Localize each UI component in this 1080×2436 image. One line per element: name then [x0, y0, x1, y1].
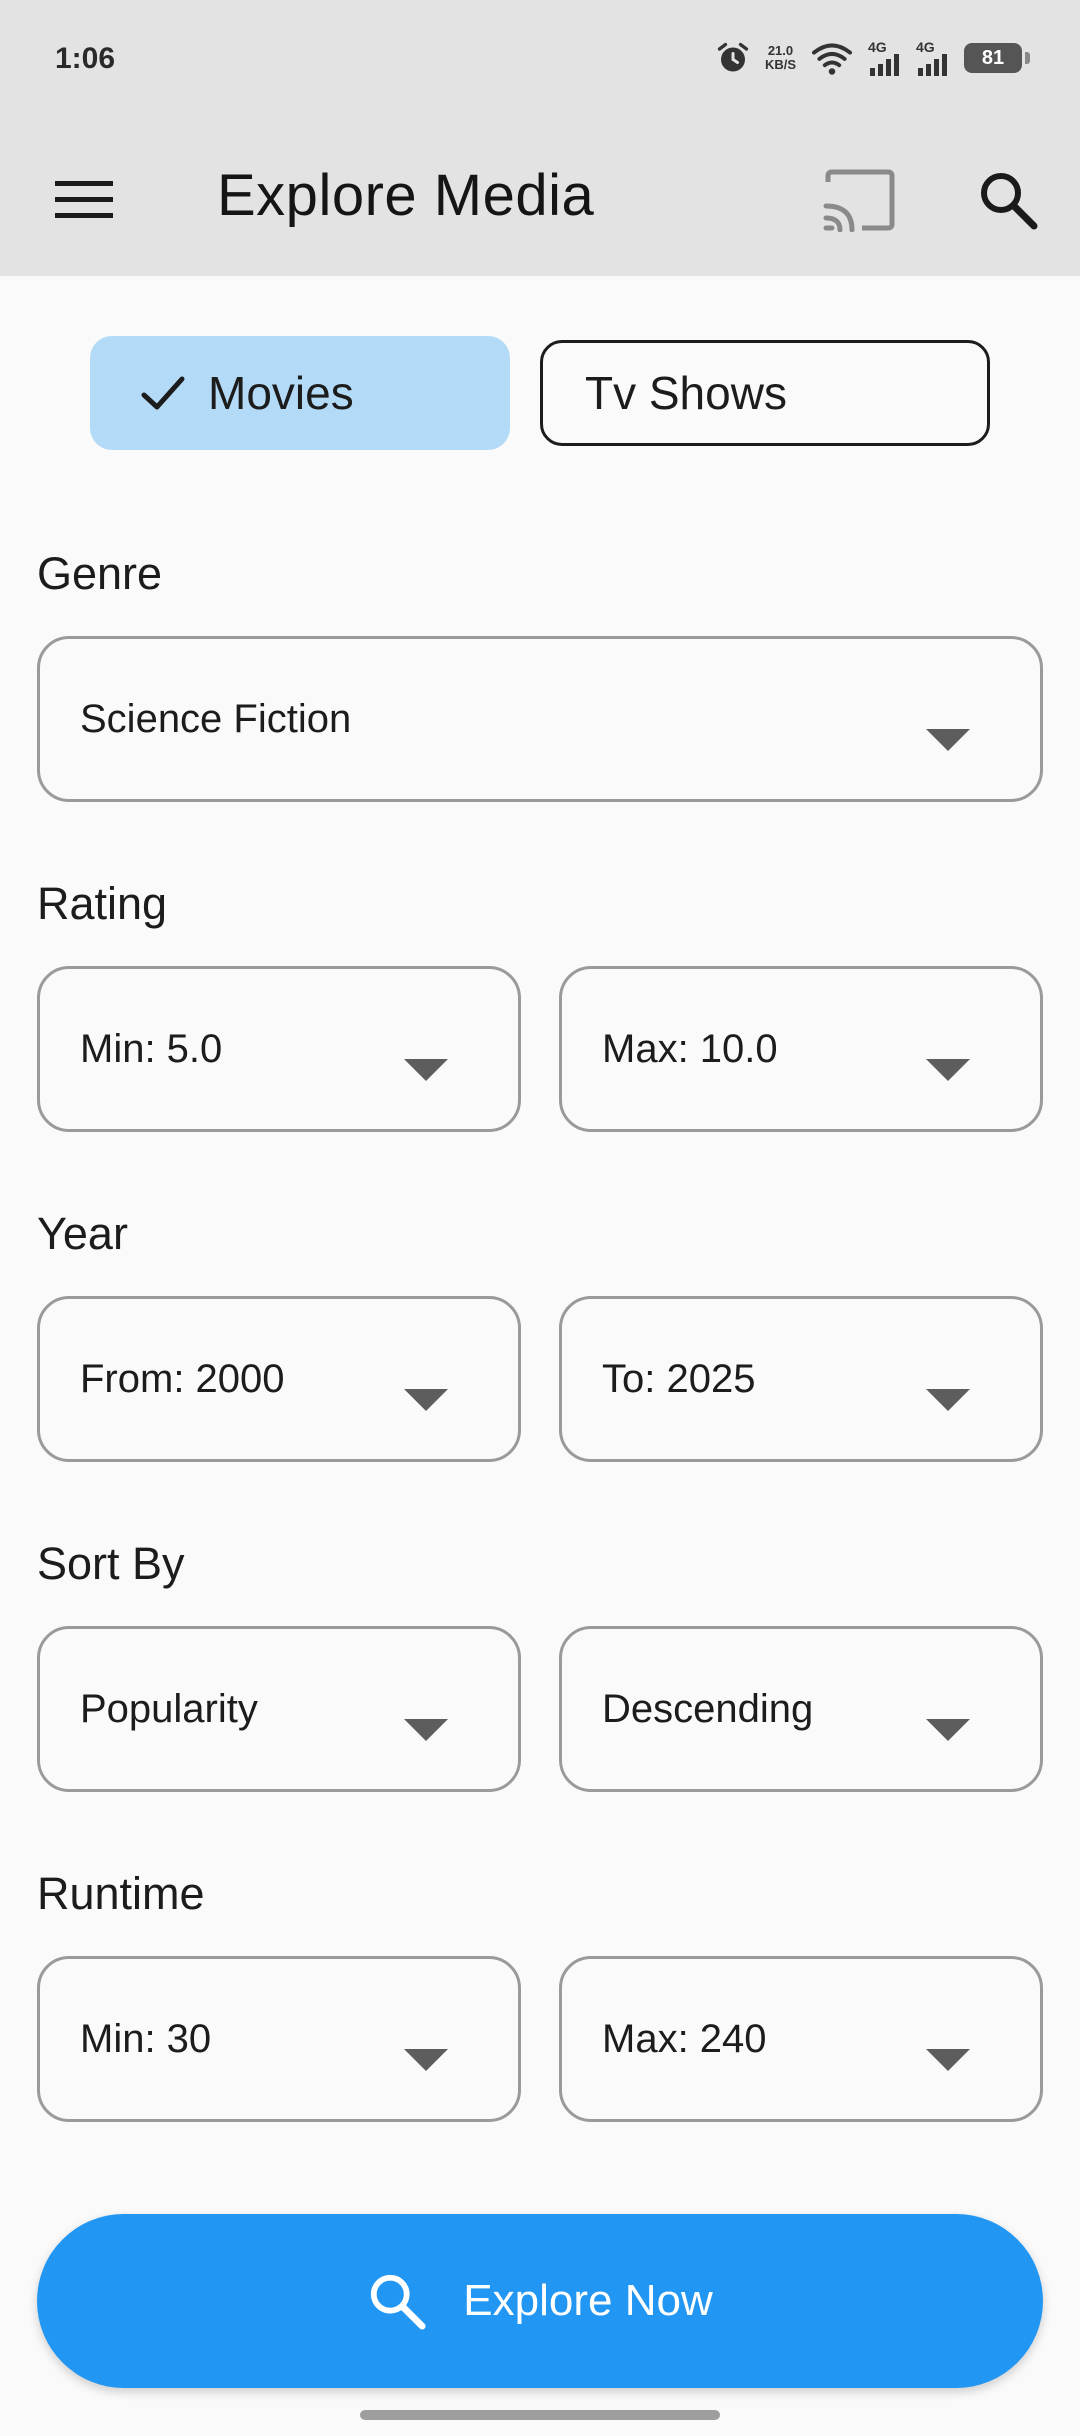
movies-toggle[interactable]: Movies [90, 336, 510, 450]
alarm-icon [717, 42, 749, 72]
dropdown-caret-icon [404, 1389, 448, 1411]
hamburger-menu-icon [55, 181, 113, 218]
genre-label: Genre [37, 548, 163, 599]
search-icon [981, 173, 1038, 230]
rating-min-value: Min: 5.0 [80, 1026, 223, 1071]
cast-icon [823, 169, 895, 232]
runtime-max-value: Max: 240 [602, 2016, 767, 2061]
dropdown-caret-icon [926, 1719, 970, 1741]
rating-label: Rating [37, 878, 168, 929]
rating-max-value: Max: 10.0 [602, 1026, 778, 1071]
rating-min-dropdown[interactable]: Min: 5.0 [37, 966, 521, 1132]
signal-2-label: 4G [916, 39, 935, 55]
runtime-max-dropdown[interactable]: Max: 240 [559, 1956, 1043, 2122]
genre-dropdown[interactable]: Science Fiction [37, 636, 1043, 802]
year-to-value: To: 2025 [602, 1356, 756, 1401]
battery-level: 81 [981, 46, 1005, 69]
status-icons: 21.0 KB/S 4G 4G 81 [715, 36, 1030, 80]
search-button[interactable] [966, 158, 1050, 242]
signal-2: 4G [916, 40, 950, 76]
sort-order-dropdown[interactable]: Descending [559, 1626, 1043, 1792]
app-bar: Explore Media [0, 120, 1080, 276]
dropdown-caret-icon [926, 1059, 970, 1081]
signal-bars-icon [918, 54, 947, 76]
dropdown-caret-icon [926, 1389, 970, 1411]
search-icon [371, 2274, 426, 2330]
sort-field-value: Popularity [80, 1686, 258, 1731]
network-speed-value: 21.0 [767, 43, 794, 58]
runtime-label: Runtime [37, 1868, 205, 1919]
sort-order-value: Descending [602, 1686, 814, 1731]
page-title: Explore Media [217, 163, 595, 228]
explore-now-button[interactable]: Explore Now [37, 2214, 1043, 2388]
dropdown-caret-icon [926, 2049, 970, 2071]
dropdown-caret-icon [404, 2049, 448, 2071]
battery-indicator: 81 [964, 43, 1030, 73]
runtime-min-dropdown[interactable]: Min: 30 [37, 1956, 521, 2122]
wifi-icon [812, 43, 852, 75]
dropdown-caret-icon [926, 729, 970, 751]
menu-button[interactable] [48, 164, 120, 236]
tv-shows-toggle-label: Tv Shows [585, 367, 787, 419]
sort-by-label: Sort By [37, 1538, 185, 1589]
year-from-value: From: 2000 [80, 1356, 285, 1401]
dropdown-caret-icon [404, 1059, 448, 1081]
genre-value: Science Fiction [80, 696, 352, 741]
cast-button[interactable] [816, 158, 900, 242]
rating-max-dropdown[interactable]: Max: 10.0 [559, 966, 1043, 1132]
signal-bars-icon [870, 54, 899, 76]
tv-shows-toggle[interactable]: Tv Shows [540, 340, 990, 446]
signal-1: 4G [868, 40, 902, 76]
sort-field-dropdown[interactable]: Popularity [37, 1626, 521, 1792]
network-speed-unit: KB/S [764, 57, 796, 72]
home-indicator[interactable] [360, 2410, 720, 2420]
year-from-dropdown[interactable]: From: 2000 [37, 1296, 521, 1462]
signal-1-label: 4G [868, 39, 887, 55]
status-time: 1:06 [55, 42, 116, 75]
network-speed: 21.0 KB/S [765, 44, 796, 72]
check-icon [141, 376, 185, 410]
explore-now-label: Explore Now [463, 2276, 713, 2325]
year-label: Year [37, 1208, 128, 1259]
dropdown-caret-icon [404, 1719, 448, 1741]
runtime-min-value: Min: 30 [80, 2016, 212, 2061]
status-bar: 1:06 21.0 KB/S 4G 4G 81 [0, 0, 1080, 120]
year-to-dropdown[interactable]: To: 2025 [559, 1296, 1043, 1462]
movies-toggle-label: Movies [208, 367, 354, 419]
